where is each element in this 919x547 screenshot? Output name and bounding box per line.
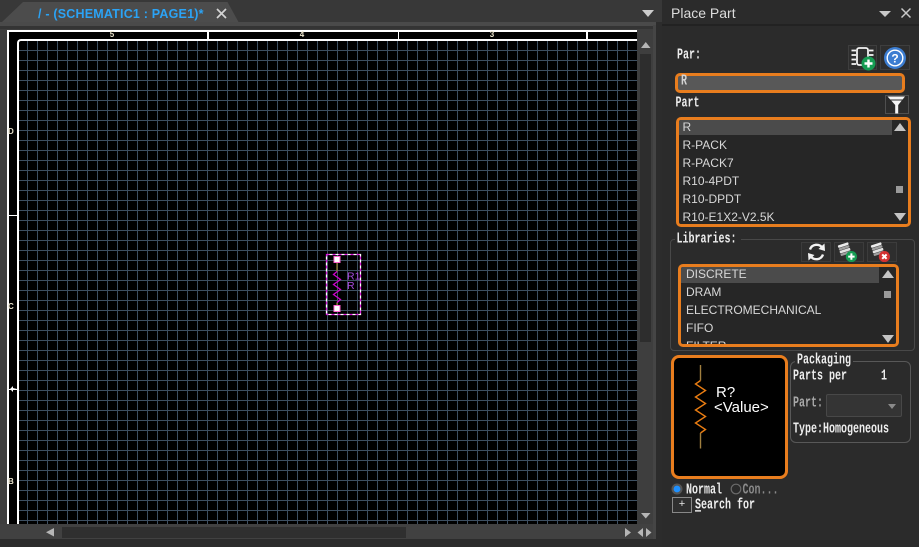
svg-text:?: ? [891, 51, 898, 65]
svg-text:R: R [347, 280, 355, 292]
svg-text:<Value>: <Value> [714, 399, 769, 416]
